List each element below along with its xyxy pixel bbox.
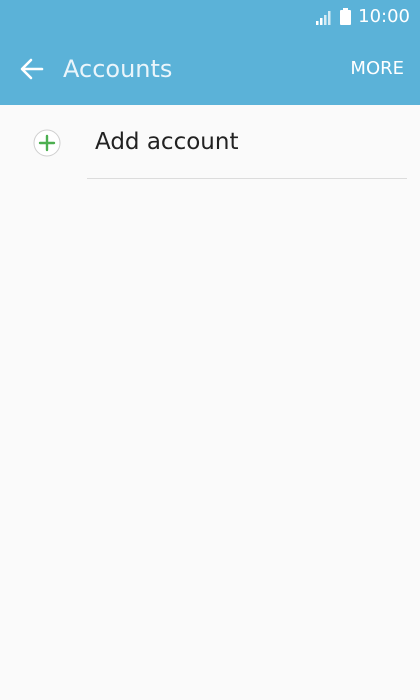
back-button[interactable] (12, 49, 52, 89)
add-account-label: Add account (95, 129, 239, 155)
status-time: 10:00 (358, 6, 410, 27)
plus-circle-icon (33, 129, 61, 157)
status-icons: 10:00 (315, 0, 410, 33)
status-bar: 10:00 (0, 0, 420, 33)
accounts-list: Add account (0, 105, 420, 179)
app-bar: Accounts MORE (0, 33, 420, 105)
divider (87, 178, 407, 179)
more-button[interactable]: MORE (350, 33, 404, 105)
battery-icon (340, 8, 352, 25)
signal-icon (316, 10, 331, 25)
arrow-left-icon (20, 58, 44, 80)
add-account-item[interactable]: Add account (0, 105, 420, 179)
page-title: Accounts (63, 55, 173, 83)
